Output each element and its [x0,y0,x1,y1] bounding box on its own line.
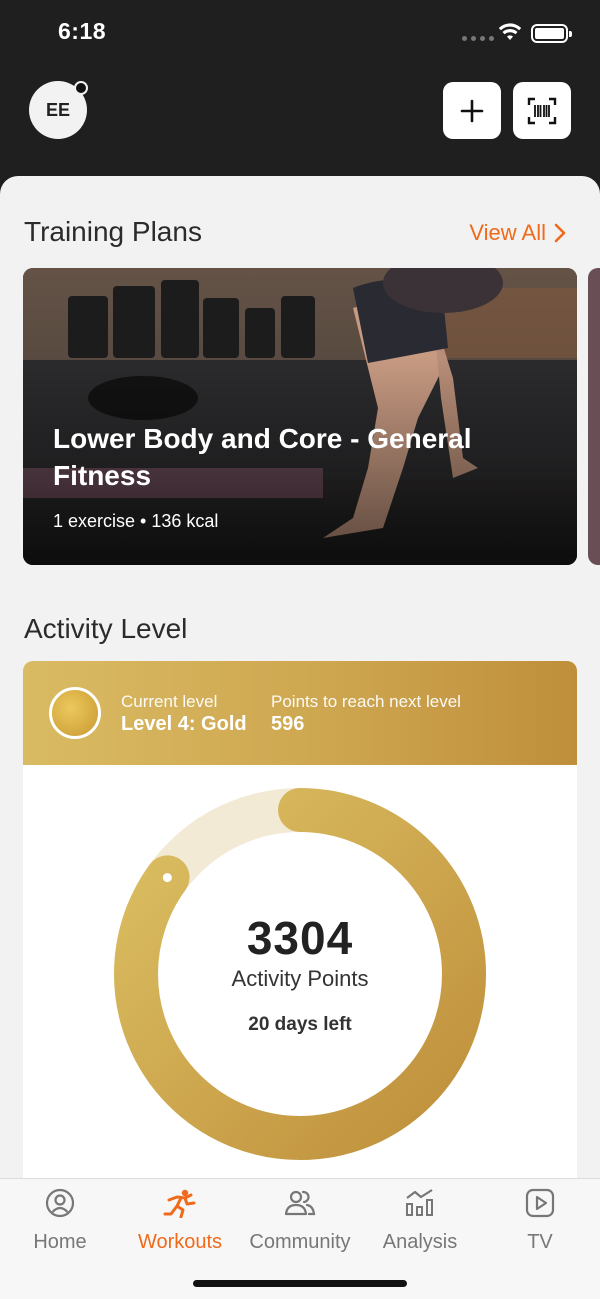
points-next-value: 596 [271,713,305,735]
home-indicator [193,1280,407,1287]
tab-analysis[interactable]: Analysis [360,1187,480,1254]
tab-label: Community [249,1231,351,1253]
chevron-right-icon [554,223,566,243]
days-left: 20 days left [248,1014,352,1035]
battery-icon [531,24,572,43]
activity-points-label: Activity Points [231,966,369,991]
plan-meta: 1 exercise • 136 kcal [53,511,219,531]
activity-level-title: Activity Level [24,613,188,644]
notification-dot [74,81,88,95]
tab-workouts[interactable]: Workouts [120,1187,240,1254]
top-header: EE [0,64,600,176]
training-plans-title: Training Plans [24,216,202,247]
add-button[interactable] [443,82,501,139]
tab-label: TV [527,1231,553,1253]
barcode-scan-icon [527,97,557,124]
gold-badge-icon [49,687,101,739]
running-figure-icon [163,1189,196,1218]
tab-tv[interactable]: TV [480,1187,600,1254]
view-all-label: View All [469,220,546,245]
bar-chart-icon [406,1189,433,1216]
avatar[interactable]: EE [29,81,88,139]
tab-label: Workouts [137,1231,223,1253]
status-time: 6:18 [58,18,107,44]
play-icon [525,1188,555,1218]
level-banner: Current level Level 4: Gold Points to re… [23,661,577,765]
points-next-label: Points to reach next level [271,692,461,711]
current-level-label: Current level [121,692,218,711]
training-plan-card[interactable]: Lower Body and Core - General Fitness 1 … [23,268,577,565]
tab-label: Home [33,1231,87,1253]
plus-icon [460,99,484,122]
tab-home[interactable]: Home [0,1187,120,1254]
status-bar: 6:18 [0,0,600,64]
tab-community[interactable]: Community [240,1187,360,1254]
tab-label: Analysis [382,1231,458,1253]
wifi-icon [498,23,522,40]
avatar-initials: EE [45,99,70,120]
view-all-link[interactable]: View All [469,220,566,246]
activity-points-value: 3304 [246,912,354,964]
plan-title: Lower Body and Core - General Fitness [53,423,472,491]
activity-level-card[interactable]: Current level Level 4: Gold Points to re… [23,661,577,1178]
current-level-value: Level 4: Gold [121,713,247,735]
people-icon [284,1190,316,1216]
next-plan-card[interactable] [588,268,600,565]
main-content: Training Plans View All Lower Body and C… [0,176,600,1178]
scan-button[interactable] [513,82,571,139]
person-circle-icon [45,1188,75,1218]
signal-icon [462,36,494,41]
